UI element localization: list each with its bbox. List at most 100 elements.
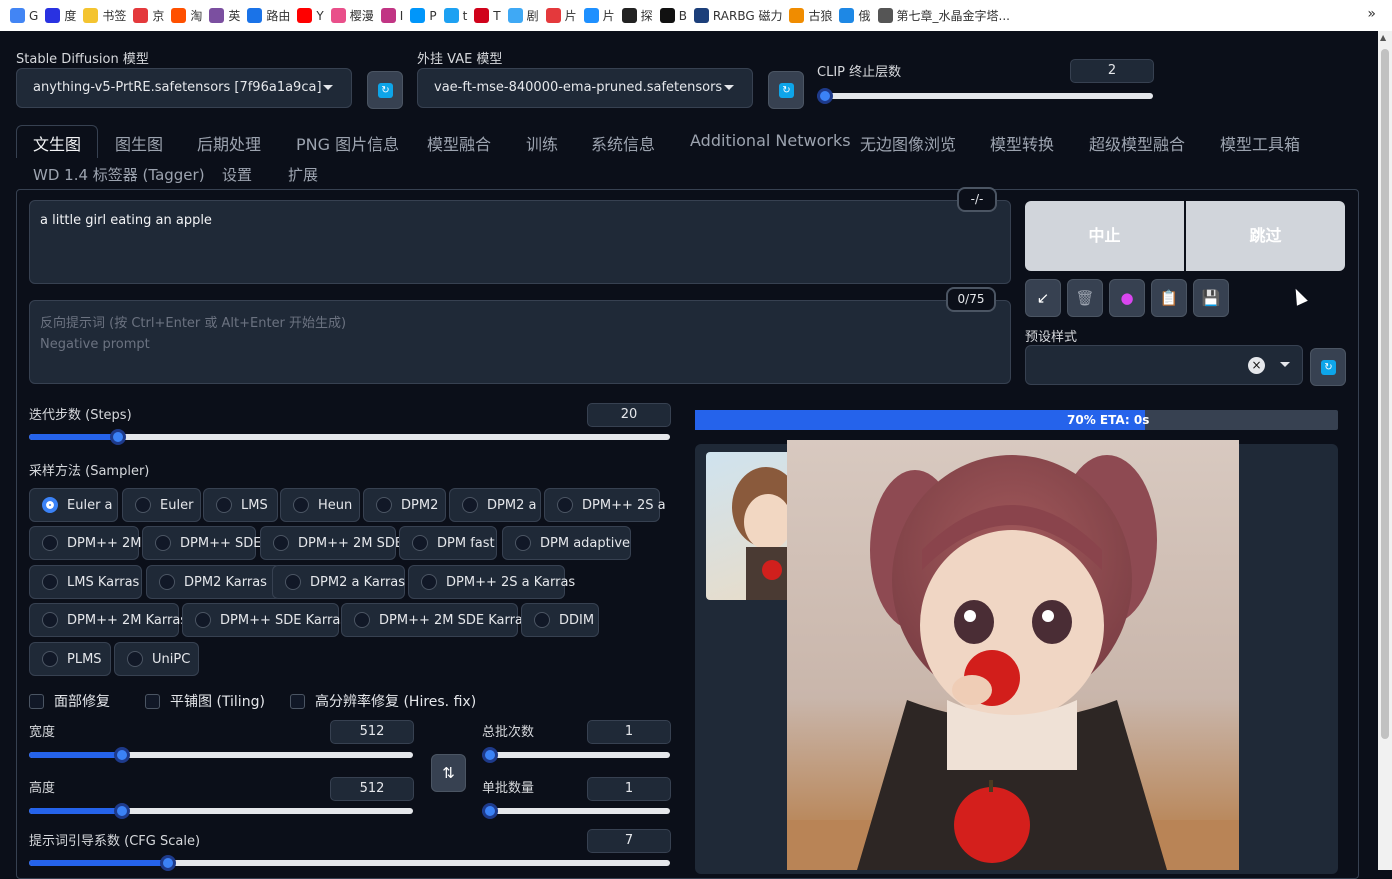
bookmark-item[interactable]: 书签: [83, 7, 126, 24]
bookmark-item[interactable]: P: [410, 8, 437, 23]
sampler-option[interactable]: DPM2 Karras: [146, 565, 281, 599]
sampler-option[interactable]: DPM++ 2M Karras: [29, 603, 187, 637]
refresh-model-button[interactable]: ↻: [367, 71, 403, 109]
skip-button[interactable]: 跳过: [1186, 201, 1345, 271]
tab-item[interactable]: Additional Networks: [690, 131, 851, 150]
bookmark-item[interactable]: 片: [583, 7, 615, 24]
radio-dot[interactable]: [293, 497, 309, 513]
sampler-option[interactable]: DPM++ 2M: [29, 526, 141, 560]
tab-item[interactable]: 超级模型融合: [1089, 131, 1185, 155]
swap-dimensions-button[interactable]: ⇅: [431, 754, 466, 792]
checkbox-box[interactable]: [145, 693, 160, 709]
interrupt-button[interactable]: 中止: [1025, 201, 1184, 271]
tab-item[interactable]: 图生图: [115, 131, 163, 155]
bookmark-item[interactable]: Y: [297, 8, 324, 23]
batch-count-input[interactable]: 1: [587, 720, 671, 744]
tab-item[interactable]: WD 1.4 标签器 (Tagger): [33, 164, 205, 185]
bookmark-item[interactable]: 俄: [839, 7, 871, 24]
bookmark-item[interactable]: 探: [621, 7, 653, 24]
face-restore-checkbox[interactable]: 面部修复: [29, 691, 110, 711]
bookmark-item[interactable]: 剧: [507, 7, 539, 24]
radio-dot[interactable]: [534, 612, 550, 628]
tiling-checkbox[interactable]: 平铺图 (Tiling): [145, 691, 265, 711]
tab-item[interactable]: 训练: [526, 131, 558, 155]
hires-fix-checkbox[interactable]: 高分辨率修复 (Hires. fix): [290, 691, 476, 711]
generated-image[interactable]: [787, 440, 1239, 870]
batch-size-slider[interactable]: [482, 803, 670, 819]
sampler-option[interactable]: DDIM: [521, 603, 599, 637]
radio-dot[interactable]: [421, 574, 437, 590]
slider-handle[interactable]: [114, 747, 130, 763]
radio-dot[interactable]: [376, 497, 392, 513]
sampler-option[interactable]: DPM2 a Karras: [272, 565, 405, 599]
sampler-option[interactable]: DPM2: [363, 488, 446, 522]
sampler-option[interactable]: DPM adaptive: [502, 526, 631, 560]
sampler-option[interactable]: Euler a: [29, 488, 118, 522]
scroll-up-arrow-icon[interactable]: ▲: [1380, 33, 1386, 42]
clear-prompt-button[interactable]: 🗑: [1067, 279, 1103, 317]
bookmark-item[interactable]: 英: [209, 7, 240, 24]
radio-dot[interactable]: [42, 574, 58, 590]
styles-dropdown[interactable]: ×: [1025, 345, 1303, 385]
radio-dot[interactable]: [159, 574, 175, 590]
radio-dot[interactable]: [216, 497, 232, 513]
save-style-button[interactable]: 💾: [1193, 279, 1229, 317]
sampler-option[interactable]: DPM++ SDE: [142, 526, 261, 560]
radio-dot[interactable]: [285, 574, 301, 590]
slider-handle[interactable]: [110, 429, 126, 445]
sampler-option[interactable]: LMS: [203, 488, 278, 522]
sampler-option[interactable]: DPM++ 2S a: [544, 488, 666, 522]
radio-dot[interactable]: [273, 535, 289, 551]
extra-networks-button[interactable]: ●: [1109, 279, 1145, 317]
batch-count-slider[interactable]: [482, 747, 670, 763]
sampler-option[interactable]: DPM++ SDE Karras: [182, 603, 347, 637]
radio-dot[interactable]: [412, 535, 428, 551]
slider-handle[interactable]: [817, 88, 833, 104]
tab-item[interactable]: 模型工具箱: [1220, 131, 1300, 155]
sd-model-dropdown[interactable]: anything-v5-PrtRE.safetensors [7f96a1a9c…: [16, 68, 352, 108]
sampler-option[interactable]: DPM++ 2S a Karras: [408, 565, 575, 599]
sampler-option[interactable]: Euler: [122, 488, 201, 522]
bookmark-item[interactable]: 淘: [171, 7, 202, 24]
radio-dot[interactable]: [354, 612, 370, 628]
sampler-option[interactable]: LMS Karras: [29, 565, 142, 599]
batch-size-input[interactable]: 1: [587, 777, 671, 801]
slider-handle[interactable]: [482, 747, 498, 763]
sampler-option[interactable]: DPM fast: [399, 526, 497, 560]
width-slider[interactable]: [29, 747, 413, 763]
radio-dot[interactable]: [195, 612, 211, 628]
bookmark-item[interactable]: 度: [45, 7, 76, 24]
tab-item[interactable]: 模型融合: [427, 131, 491, 155]
clip-value-input[interactable]: 2: [1070, 59, 1154, 83]
tab-item[interactable]: 模型转换: [990, 131, 1054, 155]
slider-handle[interactable]: [482, 803, 498, 819]
width-input[interactable]: 512: [330, 720, 414, 744]
sampler-option[interactable]: DPM++ 2M SDE: [260, 526, 403, 560]
slider-handle[interactable]: [114, 803, 130, 819]
refresh-vae-button[interactable]: ↻: [768, 71, 804, 109]
radio-dot[interactable]: [42, 497, 58, 513]
bookmark-item[interactable]: T: [474, 8, 501, 23]
prompt-toggle-button[interactable]: -/-: [957, 187, 997, 212]
bookmark-item[interactable]: 古狼: [789, 7, 832, 24]
checkbox-box[interactable]: [29, 693, 44, 709]
tab-item[interactable]: 系统信息: [591, 131, 655, 155]
gallery-thumbnail[interactable]: [706, 452, 792, 600]
steps-slider[interactable]: [29, 429, 670, 445]
bookmark-item[interactable]: B: [659, 8, 687, 23]
cfg-input[interactable]: 7: [587, 829, 671, 853]
radio-dot[interactable]: [135, 497, 151, 513]
clear-icon[interactable]: ×: [1248, 357, 1265, 374]
bookmarks-overflow-button[interactable]: »: [1367, 6, 1376, 22]
checkbox-box[interactable]: [290, 693, 305, 709]
tab-item[interactable]: 后期处理: [197, 131, 261, 155]
radio-dot[interactable]: [155, 535, 171, 551]
bookmark-item[interactable]: 樱漫: [330, 7, 374, 24]
clip-slider[interactable]: [817, 88, 1153, 104]
height-input[interactable]: 512: [330, 777, 414, 801]
apply-style-button[interactable]: 📋: [1151, 279, 1187, 317]
height-slider[interactable]: [29, 803, 413, 819]
negative-prompt-textarea[interactable]: 反向提示词 (按 Ctrl+Enter 或 Alt+Enter 开始生成) Ne…: [29, 300, 1011, 384]
radio-dot[interactable]: [462, 497, 478, 513]
radio-dot[interactable]: [127, 651, 143, 667]
